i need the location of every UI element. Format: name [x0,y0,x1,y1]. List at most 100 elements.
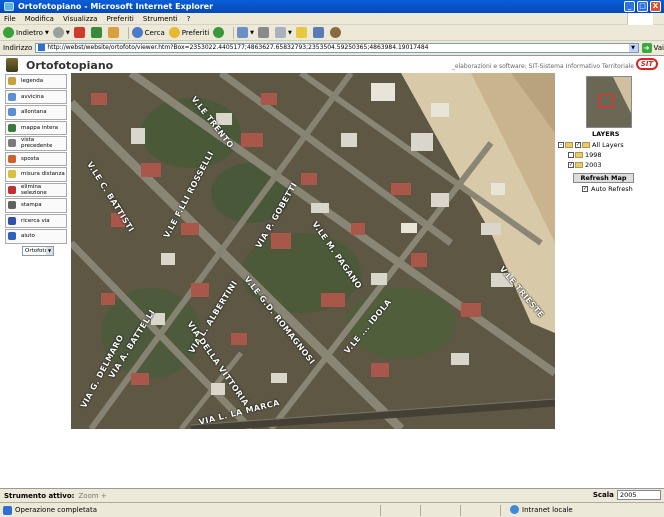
status-text: Operazione completata [15,506,98,514]
tool-aiuto[interactable]: aiuto [5,229,67,244]
tool-mappa-intera[interactable]: mappa intera [5,120,67,135]
menu-file[interactable]: File [4,15,16,23]
layer-checkbox[interactable]: ✓ [575,142,581,148]
layer-select-value: Ortofoto [25,248,48,254]
edit-button[interactable]: ▼ [275,27,292,38]
refresh-button[interactable] [90,27,104,38]
stop-icon [73,27,85,38]
address-bar: Indirizzo http://webst/website/ortofoto/… [0,41,664,54]
home-button[interactable] [107,27,121,38]
tool-label: ricerca via [21,217,50,224]
full-map-icon [8,123,16,132]
maximize-button[interactable]: □ [637,1,648,12]
coat-of-arms-logo [6,58,18,72]
refresh-map-button[interactable]: Refresh Map [573,173,634,183]
menu-help[interactable]: ? [187,15,191,23]
auto-refresh-option[interactable]: ✓ Auto Refresh [582,185,633,193]
layer-tree: - ✓ All Layers 1998 ✓ 2003 [558,140,624,170]
back-arrow-icon [3,27,14,38]
folder-icon [575,152,583,158]
tool-panel: legenda avvicina allontana mappa intera … [5,74,67,245]
toolbar-separator [127,26,129,39]
intranet-icon [510,505,519,514]
legend-icon [8,77,16,86]
layer-item-1998[interactable]: 1998 [558,150,624,160]
app-header: Ortofotopiano [6,58,113,72]
refresh-icon [90,27,102,38]
stop-button[interactable] [73,27,87,38]
tool-legenda[interactable]: legenda [5,74,67,89]
messenger-button[interactable] [329,27,343,38]
tool-label: vista precedente [21,137,53,150]
search-button[interactable]: Cerca [131,27,165,38]
forward-button[interactable]: ▼ [52,27,70,38]
mail-button[interactable]: ▼ [237,27,254,38]
research-icon [312,27,324,38]
window-titlebar: Ortofotopiano - Microsoft Internet Explo… [0,0,664,13]
folder-button[interactable] [295,27,309,38]
address-input[interactable]: http://webst/website/ortofoto/viewer.htm… [35,42,639,53]
forward-arrow-icon [52,27,64,38]
tool-allontana[interactable]: allontana [5,105,67,120]
menu-preferiti[interactable]: Preferiti [106,15,133,23]
expand-icon[interactable]: - [558,142,564,148]
tool-vista-precedente[interactable]: vista precedente [5,136,67,151]
pan-icon [8,154,16,163]
layer-checkbox[interactable]: ✓ [568,162,574,168]
research-button[interactable] [312,27,326,38]
layer-root[interactable]: - ✓ All Layers [558,140,624,150]
layer-item-2003[interactable]: ✓ 2003 [558,160,624,170]
back-button[interactable]: Indietro ▼ [3,27,49,38]
menu-visualizza[interactable]: Visualizza [63,15,97,23]
search-icon [131,27,143,38]
print-button[interactable] [258,27,271,38]
tool-sposta[interactable]: sposta [5,151,67,166]
measure-icon [8,170,16,179]
layer-select[interactable]: Ortofoto ▼ [22,246,54,256]
tool-stampa[interactable]: stampa [5,198,67,213]
zoom-in-icon [8,92,16,101]
tool-label: sposta [21,155,40,162]
menu-strumenti[interactable]: Strumenti [143,15,178,23]
menu-modifica[interactable]: Modifica [25,15,54,23]
close-button[interactable]: X [650,1,661,12]
tool-ricerca-via[interactable]: ricerca via [5,213,67,228]
tool-elimina-selezione[interactable]: elimina selezione [5,182,67,197]
zoom-out-icon [8,108,16,117]
help-icon [8,232,16,241]
tool-misura-distanza[interactable]: misura distanza [5,167,67,182]
tool-avvicina[interactable]: avvicina [5,89,67,104]
aerial-map[interactable]: V.LE C. BATTISTI V.LE TRENTO V.LE F.LLI … [71,73,555,429]
status-divider [460,505,461,516]
search-label: Cerca [144,28,165,37]
search-street-icon [8,216,16,225]
go-button[interactable]: ➜ Vai [641,42,664,53]
overview-map[interactable] [586,76,632,128]
app-footer: Strumento attivo: Zoom + Scala 1: 2005 [0,488,664,502]
chevron-down-icon: ▼ [250,29,255,36]
tool-label: elimina selezione [21,183,47,196]
page-done-icon [3,505,12,515]
chevron-down-icon: ▼ [65,29,70,36]
windows-logo [627,13,653,25]
credits-text: _elaborazioni e software: SIT-Sistema In… [451,63,634,70]
go-label: Vai [653,43,664,52]
security-zone: Intranet locale [510,505,573,514]
favorites-button[interactable]: Preferiti [168,27,209,38]
minimize-button[interactable]: _ [624,1,635,12]
auto-refresh-checkbox[interactable]: ✓ [582,186,588,192]
layer-label: 1998 [585,151,602,159]
tool-label: stampa [21,202,42,209]
layer-checkbox[interactable] [568,152,574,158]
status-divider [420,505,421,516]
chevron-down-icon[interactable]: ▼ [628,43,638,52]
history-button[interactable] [213,27,226,38]
tool-label: legenda [21,78,44,85]
status-divider [380,505,381,516]
mail-icon [237,27,249,38]
zone-label: Intranet locale [522,505,573,514]
scale-input[interactable]: 2005 [617,490,661,500]
tool-label: allontana [21,109,47,116]
chevron-down-icon: ▼ [288,29,292,36]
overview-imagery [587,77,631,127]
